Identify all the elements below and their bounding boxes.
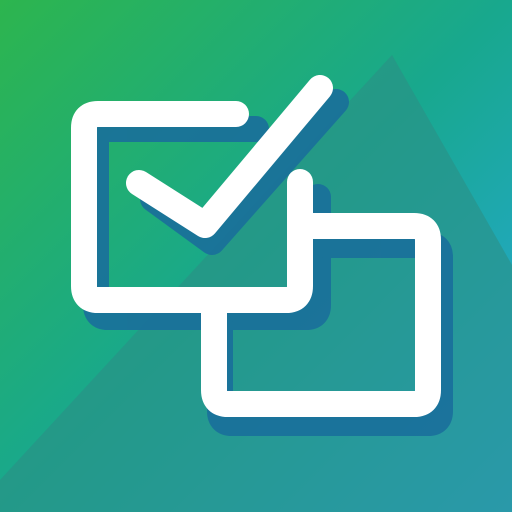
app-icon[interactable] [0, 0, 512, 512]
app-icon-graphic [0, 0, 512, 512]
